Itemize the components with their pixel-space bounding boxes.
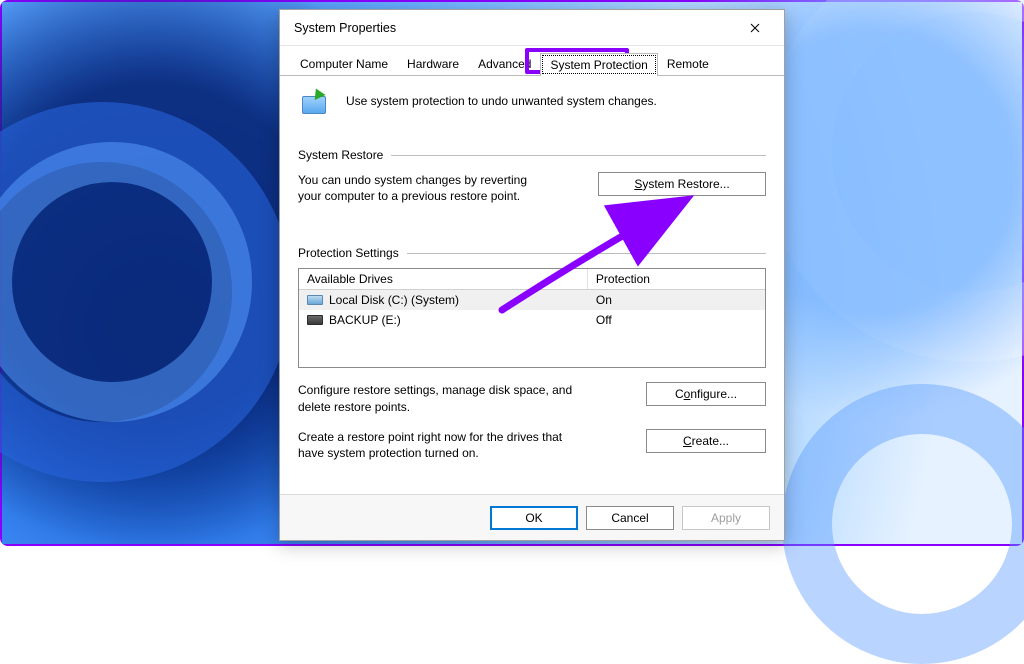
drive-name: Local Disk (C:) (System) [329, 293, 459, 307]
system-restore-button[interactable]: System Restore... [598, 172, 766, 196]
tab-system-protection[interactable]: System Protection [540, 53, 657, 76]
configure-description: Configure restore settings, manage disk … [298, 382, 588, 414]
tab-computer-name[interactable]: Computer Name [290, 52, 398, 75]
window-title: System Properties [294, 21, 732, 35]
drives-body: Local Disk (C:) (System) On BACKUP (E:) … [299, 290, 765, 330]
apply-button[interactable]: Apply [682, 506, 770, 530]
group-protection-settings: Protection Settings [298, 246, 766, 260]
col-header-drive: Available Drives [299, 269, 588, 289]
drives-header: Available Drives Protection [299, 269, 765, 290]
drive-icon [307, 295, 323, 305]
group-label-restore: System Restore [298, 148, 383, 162]
group-system-restore: System Restore [298, 148, 766, 162]
drive-icon [307, 315, 323, 325]
ok-button[interactable]: OK [490, 506, 578, 530]
intro-row: Use system protection to undo unwanted s… [298, 88, 766, 134]
system-protection-icon [298, 90, 334, 126]
restore-description: You can undo system changes by reverting… [298, 172, 528, 204]
tab-advanced[interactable]: Advanced [468, 52, 541, 75]
drive-protection: Off [588, 311, 765, 329]
tab-strip: Computer Name Hardware Advanced System P… [280, 46, 784, 76]
create-button[interactable]: Create... [646, 429, 766, 453]
dialog-footer: OK Cancel Apply [280, 494, 784, 540]
close-icon [750, 23, 760, 33]
create-description: Create a restore point right now for the… [298, 429, 588, 461]
group-label-protection: Protection Settings [298, 246, 399, 260]
col-header-protection: Protection [588, 269, 765, 289]
titlebar[interactable]: System Properties [280, 10, 784, 46]
drive-name: BACKUP (E:) [329, 313, 401, 327]
table-row[interactable]: Local Disk (C:) (System) On [299, 290, 765, 310]
table-row[interactable]: BACKUP (E:) Off [299, 310, 765, 330]
close-button[interactable] [732, 13, 778, 43]
tab-remote[interactable]: Remote [657, 52, 719, 75]
cancel-button[interactable]: Cancel [586, 506, 674, 530]
intro-text: Use system protection to undo unwanted s… [346, 90, 657, 108]
drives-table[interactable]: Available Drives Protection Local Disk (… [298, 268, 766, 368]
drive-protection: On [588, 291, 765, 309]
system-properties-dialog: System Properties Computer Name Hardware… [279, 9, 785, 541]
configure-button[interactable]: Configure... [646, 382, 766, 406]
tab-content: Use system protection to undo unwanted s… [280, 76, 784, 494]
tab-hardware[interactable]: Hardware [397, 52, 469, 75]
